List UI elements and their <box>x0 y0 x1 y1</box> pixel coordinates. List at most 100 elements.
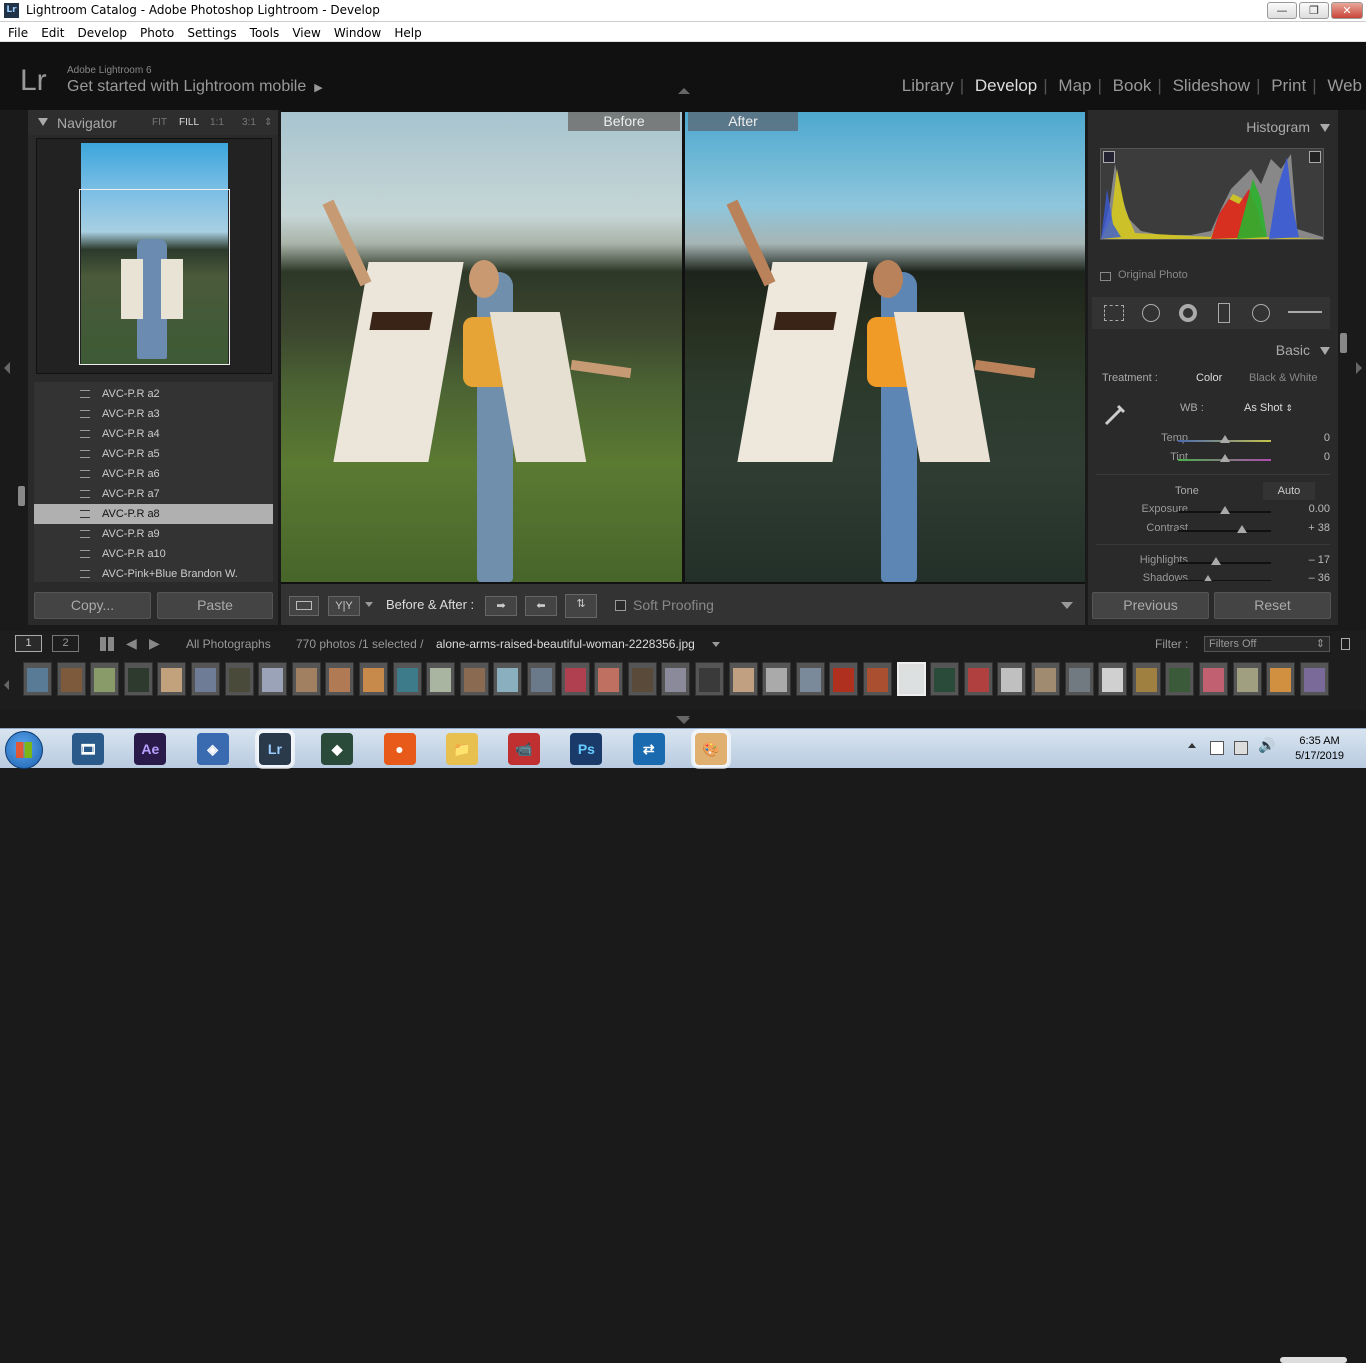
histogram[interactable] <box>1100 148 1324 240</box>
filmstrip-scrollbar[interactable] <box>1280 1357 1347 1363</box>
treatment-color[interactable]: Color <box>1196 372 1222 384</box>
filmstrip-thumbnail[interactable] <box>762 662 792 696</box>
menu-tools[interactable]: Tools <box>250 23 280 43</box>
highlights-slider-thumb[interactable] <box>1211 557 1222 565</box>
minimize-button[interactable]: — <box>1267 2 1297 19</box>
graduated-filter-icon[interactable] <box>1218 303 1230 323</box>
red-eye-icon[interactable] <box>1179 304 1197 322</box>
menu-edit[interactable]: Edit <box>41 23 64 43</box>
taskbar-paint-icon[interactable]: 🎨 <box>693 731 729 767</box>
filmstrip-thumbnail[interactable] <box>1199 662 1228 696</box>
preset-item[interactable]: AVC-P.R a7 <box>34 484 273 504</box>
module-book[interactable]: Book <box>1113 76 1152 95</box>
preset-item[interactable]: AVC-Pink+Blue Brandon W. <box>34 564 273 582</box>
disclosure-triangle-icon[interactable] <box>1320 124 1330 132</box>
collapse-right-icon[interactable] <box>1356 362 1362 374</box>
reset-button[interactable]: Reset <box>1214 592 1331 619</box>
taskbar-after-effects-icon[interactable]: Ae <box>134 733 167 765</box>
filmstrip-thumbnail[interactable] <box>661 662 691 696</box>
filmstrip-thumbnail[interactable] <box>1232 662 1262 696</box>
tint-slider[interactable]: Tint 0 <box>1088 451 1338 469</box>
taskbar-teamviewer-icon[interactable]: ⇄ <box>632 733 665 765</box>
module-library[interactable]: Library <box>902 76 954 95</box>
left-scroll-thumb[interactable] <box>18 486 25 506</box>
preset-item[interactable]: AVC-P.R a2 <box>34 384 273 404</box>
crop-overlay-icon[interactable] <box>1104 305 1124 321</box>
filmstrip-thumbnail[interactable] <box>23 662 52 696</box>
exposure-slider[interactable]: Exposure 0.00 <box>1088 503 1338 521</box>
shadows-slider-thumb[interactable] <box>1202 575 1213 581</box>
adjustment-brush-icon[interactable] <box>1288 311 1322 313</box>
menu-file[interactable]: File <box>8 23 28 43</box>
taskbar-camera-app-icon[interactable]: 📹 <box>508 733 541 765</box>
preset-item[interactable]: AVC-P.R a10 <box>34 544 273 564</box>
back-arrow-icon[interactable]: ◀ <box>126 635 137 652</box>
menu-settings[interactable]: Settings <box>187 23 236 43</box>
previous-button[interactable]: Previous <box>1092 592 1209 619</box>
after-image[interactable] <box>685 112 1085 582</box>
temp-slider[interactable]: Temp 0 <box>1088 432 1338 450</box>
disclosure-triangle-icon[interactable] <box>38 118 48 126</box>
preset-item[interactable]: AVC-P.R a3 <box>34 404 273 424</box>
collapse-filmstrip-icon[interactable] <box>676 716 690 723</box>
taskbar-file-explorer-icon[interactable]: 📁 <box>445 733 478 765</box>
filmstrip-thumbnail[interactable] <box>90 662 120 696</box>
filmstrip-thumbnail[interactable] <box>1266 662 1296 696</box>
soft-proofing-checkbox[interactable] <box>615 600 626 611</box>
filmstrip-thumbnail[interactable] <box>258 662 288 696</box>
filmstrip-thumbnail[interactable] <box>191 662 220 696</box>
navigator-header[interactable]: Navigator FIT FILL 1:1 3:1 ⇕ <box>28 110 278 135</box>
filmstrip-thumbnail[interactable] <box>1299 662 1329 696</box>
filmstrip-thumbnail[interactable] <box>1098 662 1128 696</box>
shadow-clipping-indicator[interactable] <box>1103 151 1115 163</box>
taskbar-lightroom-icon[interactable]: Lr <box>256 731 293 767</box>
filmstrip-thumbnail[interactable] <box>728 662 758 696</box>
histogram-header[interactable]: Histogram <box>1088 114 1338 140</box>
system-clock[interactable]: 6:35 AM 5/17/2019 <box>1295 734 1344 764</box>
preset-item[interactable]: AVC-P.R a6 <box>34 464 273 484</box>
filmstrip-thumbnail[interactable] <box>426 662 456 696</box>
tray-expand-icon[interactable] <box>1188 743 1196 748</box>
navigator-viewport-frame[interactable] <box>79 189 230 365</box>
filmstrip-thumbnail[interactable] <box>863 662 892 696</box>
auto-tone-button[interactable]: Auto <box>1263 482 1315 500</box>
temp-value[interactable]: 0 <box>1324 432 1330 444</box>
filmstrip-thumbnail[interactable] <box>527 662 556 696</box>
dropdown-arrow-icon[interactable] <box>712 642 720 647</box>
paste-button[interactable]: Paste <box>157 592 273 619</box>
filter-lock-icon[interactable] <box>1341 638 1350 650</box>
exposure-slider-thumb[interactable] <box>1219 506 1230 514</box>
filmstrip-thumbnail[interactable] <box>963 662 993 696</box>
taskbar-photoshop-icon[interactable]: Ps <box>570 733 603 765</box>
original-photo-checkbox[interactable] <box>1100 272 1111 281</box>
shadows-value[interactable]: – 36 <box>1309 572 1330 581</box>
taskbar-movie-maker-icon[interactable]: 🎞 <box>72 733 104 765</box>
filmstrip-thumbnail[interactable] <box>224 662 254 696</box>
forward-arrow-icon[interactable]: ▶ <box>149 635 160 652</box>
highlights-value[interactable]: – 17 <box>1309 554 1330 566</box>
filmstrip-thumbnail-selected[interactable] <box>896 662 926 696</box>
start-button[interactable] <box>5 731 43 769</box>
filmstrip-thumbnail[interactable] <box>997 662 1027 696</box>
preset-item[interactable]: AVC-P.R a4 <box>34 424 273 444</box>
taskbar-filmora-icon[interactable]: ◆ <box>321 733 354 765</box>
secondary-window-button[interactable]: 2 <box>52 635 79 652</box>
filmstrip-thumbnail[interactable] <box>1031 662 1060 696</box>
module-slideshow[interactable]: Slideshow <box>1173 76 1251 95</box>
wb-eyedropper-icon[interactable] <box>1102 400 1130 428</box>
filmstrip-thumbnail[interactable] <box>594 662 624 696</box>
before-image[interactable] <box>281 112 682 582</box>
treatment-black-white[interactable]: Black & White <box>1249 372 1317 384</box>
before-after-view-button[interactable]: Y|Y <box>328 596 360 616</box>
menu-photo[interactable]: Photo <box>140 23 174 43</box>
close-button[interactable]: ✕ <box>1331 2 1363 19</box>
filmstrip-thumbnail[interactable] <box>1064 662 1094 696</box>
filmstrip-thumbnail[interactable] <box>930 662 960 696</box>
filmstrip-scroll-left-icon[interactable] <box>4 680 9 690</box>
filmstrip-thumbnail[interactable] <box>459 662 489 696</box>
filmstrip-thumbnail[interactable] <box>695 662 724 696</box>
filmstrip-thumbnail[interactable] <box>1165 662 1195 696</box>
module-develop[interactable]: Develop <box>975 76 1037 95</box>
contrast-slider-thumb[interactable] <box>1237 525 1248 533</box>
module-map[interactable]: Map <box>1058 76 1091 95</box>
